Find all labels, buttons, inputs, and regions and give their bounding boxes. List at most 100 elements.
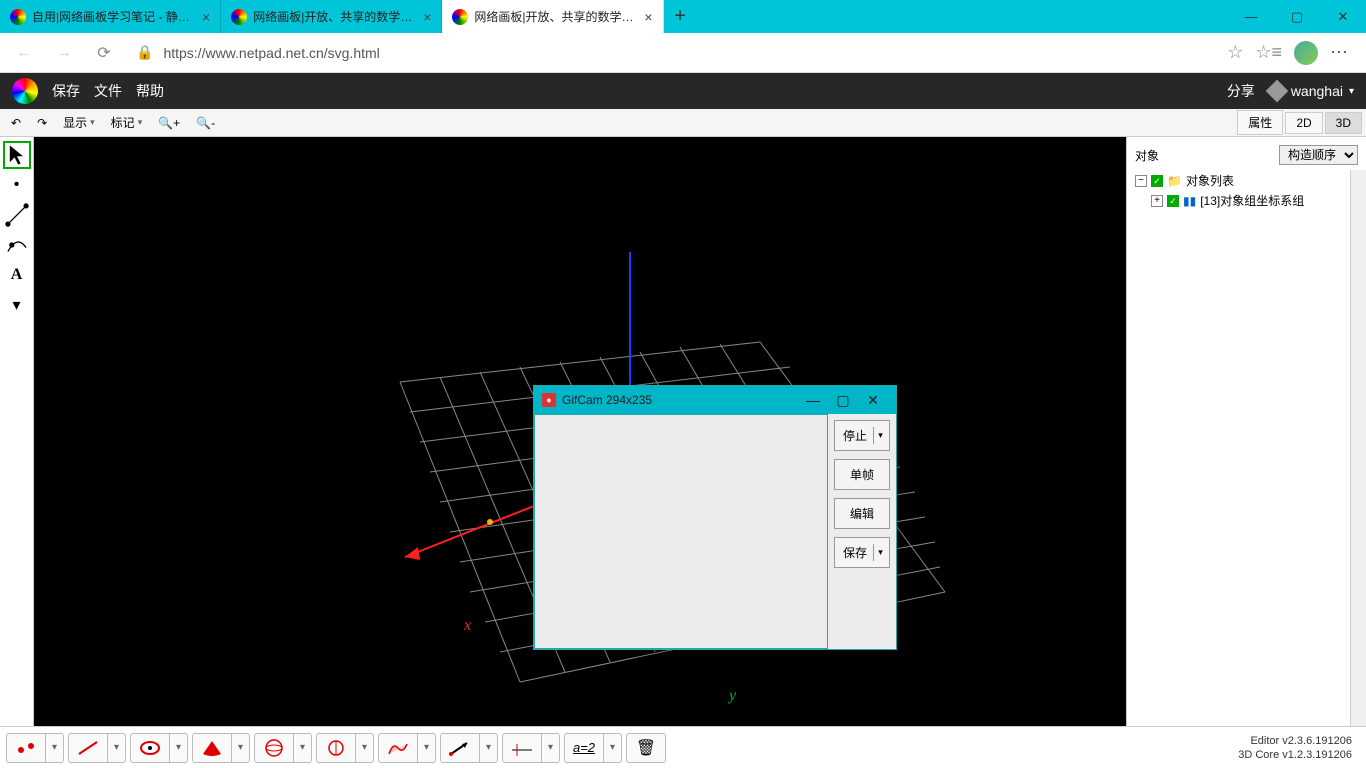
gifcam-stop-button[interactable]: 停止▾ bbox=[834, 420, 890, 451]
tool-variable[interactable]: a=2▾ bbox=[564, 733, 622, 763]
close-icon[interactable]: × bbox=[644, 9, 652, 25]
tab-title: 自用|网络画板学习笔记 - 静雅斋 bbox=[32, 8, 192, 25]
gifcam-frame-button[interactable]: 单帧 bbox=[834, 459, 890, 490]
gifcam-save-button[interactable]: 保存▾ bbox=[834, 537, 890, 568]
record-icon: ● bbox=[542, 393, 556, 407]
tree-child-label: [13]对象组坐标系组 bbox=[1200, 191, 1304, 211]
redo-button[interactable]: ↷ bbox=[30, 113, 54, 133]
pointer-tool[interactable] bbox=[3, 141, 31, 169]
user-menu[interactable]: wanghai ▾ bbox=[1269, 83, 1354, 99]
tool-rotate[interactable]: ▾ bbox=[316, 733, 374, 763]
editor-version: Editor v2.3.6.191206 bbox=[1238, 734, 1352, 748]
trash-button[interactable]: 🗑 bbox=[626, 733, 666, 763]
gifcam-edit-button[interactable]: 编辑 bbox=[834, 498, 890, 529]
tree-root-row[interactable]: − ✓ 📁 对象列表 bbox=[1135, 171, 1358, 191]
gifcam-close[interactable]: ✕ bbox=[858, 392, 888, 409]
favicon bbox=[10, 9, 26, 25]
tool-sphere[interactable]: ▾ bbox=[254, 733, 312, 763]
close-icon[interactable]: × bbox=[423, 9, 431, 25]
more-tools[interactable]: ▾ bbox=[3, 291, 31, 319]
text-tool[interactable]: A bbox=[3, 261, 31, 289]
bottom-toolbar: ▾ ▾ ▾ ▾ ▾ ▾ ▾ ▾ ▾ a=2▾ 🗑 Editor v2.3.6.1… bbox=[0, 726, 1366, 768]
main-area: • A ▾ bbox=[0, 137, 1366, 726]
tool-ellipse[interactable]: ▾ bbox=[130, 733, 188, 763]
tab-3d[interactable]: 3D bbox=[1325, 112, 1362, 134]
share-button[interactable]: 分享 bbox=[1227, 81, 1255, 101]
collapse-icon[interactable]: − bbox=[1135, 175, 1147, 187]
gifcam-maximize[interactable]: ▢ bbox=[828, 392, 858, 409]
close-icon[interactable]: × bbox=[202, 9, 210, 25]
lock-icon: 🔒 bbox=[136, 44, 153, 61]
tool-vector[interactable]: ▾ bbox=[440, 733, 498, 763]
url-box[interactable]: 🔒 https://www.netpad.net.cn/svg.html bbox=[128, 44, 1219, 61]
browser-tab-2[interactable]: 网络画板|开放、共享的数学实验 × bbox=[221, 0, 442, 33]
vertical-scrollbar[interactable] bbox=[1350, 170, 1366, 726]
tool-surface[interactable]: ▾ bbox=[378, 733, 436, 763]
tool-segment[interactable]: ▾ bbox=[68, 733, 126, 763]
checkbox-icon[interactable]: ✓ bbox=[1151, 175, 1163, 187]
refresh-button[interactable]: ⟳ bbox=[88, 37, 120, 69]
expand-icon[interactable]: + bbox=[1151, 195, 1163, 207]
checkbox-icon[interactable]: ✓ bbox=[1167, 195, 1179, 207]
app-logo[interactable] bbox=[12, 78, 38, 104]
diamond-icon bbox=[1265, 80, 1288, 103]
zoom-out-button[interactable]: 🔍- bbox=[189, 113, 222, 133]
address-bar: ← → ⟳ 🔒 https://www.netpad.net.cn/svg.ht… bbox=[0, 33, 1366, 73]
tool-axis[interactable]: ▾ bbox=[502, 733, 560, 763]
menu-save[interactable]: 保存 bbox=[52, 81, 80, 101]
tool-intersect[interactable]: ▾ bbox=[6, 733, 64, 763]
tab-title: 网络画板|开放、共享的数学实验 bbox=[253, 8, 413, 25]
new-tab-button[interactable]: + bbox=[664, 0, 697, 33]
gifcam-titlebar[interactable]: ● GifCam 294x235 — ▢ ✕ bbox=[534, 386, 896, 414]
browser-titlebar: 自用|网络画板学习笔记 - 静雅斋 × 网络画板|开放、共享的数学实验 × 网络… bbox=[0, 0, 1366, 33]
tool-cone[interactable]: ▾ bbox=[192, 733, 250, 763]
profile-avatar[interactable] bbox=[1294, 41, 1318, 65]
favorites-list-icon[interactable]: ☆≡ bbox=[1255, 42, 1282, 63]
order-select[interactable]: 构造顺序 bbox=[1279, 145, 1358, 165]
menu-help[interactable]: 帮助 bbox=[136, 81, 164, 101]
maximize-button[interactable]: ▢ bbox=[1274, 0, 1320, 33]
close-window-button[interactable]: ✕ bbox=[1320, 0, 1366, 33]
show-dropdown[interactable]: 显示▾ bbox=[56, 111, 102, 134]
back-button[interactable]: ← bbox=[8, 37, 40, 69]
url-text: https://www.netpad.net.cn/svg.html bbox=[163, 45, 379, 61]
object-tree: − ✓ 📁 对象列表 + ✓ ▮▮ [13]对象组坐标系组 bbox=[1135, 171, 1358, 211]
core-version: 3D Core v1.2.3.191206 bbox=[1238, 748, 1352, 762]
tab-title: 网络画板|开放、共享的数学实验 bbox=[474, 8, 634, 25]
canvas-3d[interactable]: O x y ● GifCam 294x235 — ▢ ✕ 停止▾ 单帧 编辑 保… bbox=[34, 137, 1126, 726]
minimize-button[interactable]: — bbox=[1228, 0, 1274, 33]
tree-child-row[interactable]: + ✓ ▮▮ [13]对象组坐标系组 bbox=[1135, 191, 1358, 211]
chart-icon: ▮▮ bbox=[1183, 191, 1196, 211]
favicon bbox=[231, 9, 247, 25]
folder-icon: 📁 bbox=[1167, 171, 1182, 191]
chevron-down-icon: ▾ bbox=[1349, 86, 1354, 97]
zoom-in-button[interactable]: 🔍+ bbox=[151, 113, 187, 133]
tree-root-label: 对象列表 bbox=[1186, 171, 1234, 191]
menu-file[interactable]: 文件 bbox=[94, 81, 122, 101]
app-menu-bar: 保存 文件 帮助 分享 wanghai ▾ bbox=[0, 73, 1366, 109]
more-icon[interactable]: ⋯ bbox=[1330, 42, 1350, 63]
tab-properties[interactable]: 属性 bbox=[1237, 110, 1283, 135]
gifcam-capture-area bbox=[534, 414, 828, 649]
x-axis-label: x bbox=[464, 617, 471, 635]
browser-tab-3-active[interactable]: 网络画板|开放、共享的数学实验 × bbox=[442, 0, 663, 33]
secondary-toolbar: ↶ ↷ 显示▾ 标记▾ 🔍+ 🔍- 属性 2D 3D bbox=[0, 109, 1366, 137]
gifcam-window[interactable]: ● GifCam 294x235 — ▢ ✕ 停止▾ 单帧 编辑 保存▾ bbox=[533, 385, 897, 650]
objects-label: 对象 bbox=[1135, 147, 1159, 164]
line-tool[interactable] bbox=[3, 201, 31, 229]
mark-dropdown[interactable]: 标记▾ bbox=[104, 111, 150, 134]
tab-2d[interactable]: 2D bbox=[1285, 112, 1322, 134]
version-info: Editor v2.3.6.191206 3D Core v1.2.3.1912… bbox=[1238, 734, 1360, 762]
favicon bbox=[452, 9, 468, 25]
object-panel: 对象 构造顺序 − ✓ 📁 对象列表 + ✓ ▮▮ [13]对象组坐标系组 bbox=[1126, 137, 1366, 726]
undo-button[interactable]: ↶ bbox=[4, 113, 28, 133]
point-tool[interactable]: • bbox=[3, 171, 31, 199]
gifcam-title: GifCam 294x235 bbox=[562, 393, 652, 407]
curve-tool[interactable] bbox=[3, 231, 31, 259]
browser-tab-1[interactable]: 自用|网络画板学习笔记 - 静雅斋 × bbox=[0, 0, 221, 33]
window-controls: — ▢ ✕ bbox=[1228, 0, 1366, 33]
gifcam-minimize[interactable]: — bbox=[798, 392, 828, 408]
favorite-icon[interactable]: ☆ bbox=[1227, 42, 1243, 63]
username: wanghai bbox=[1291, 83, 1343, 99]
forward-button[interactable]: → bbox=[48, 37, 80, 69]
